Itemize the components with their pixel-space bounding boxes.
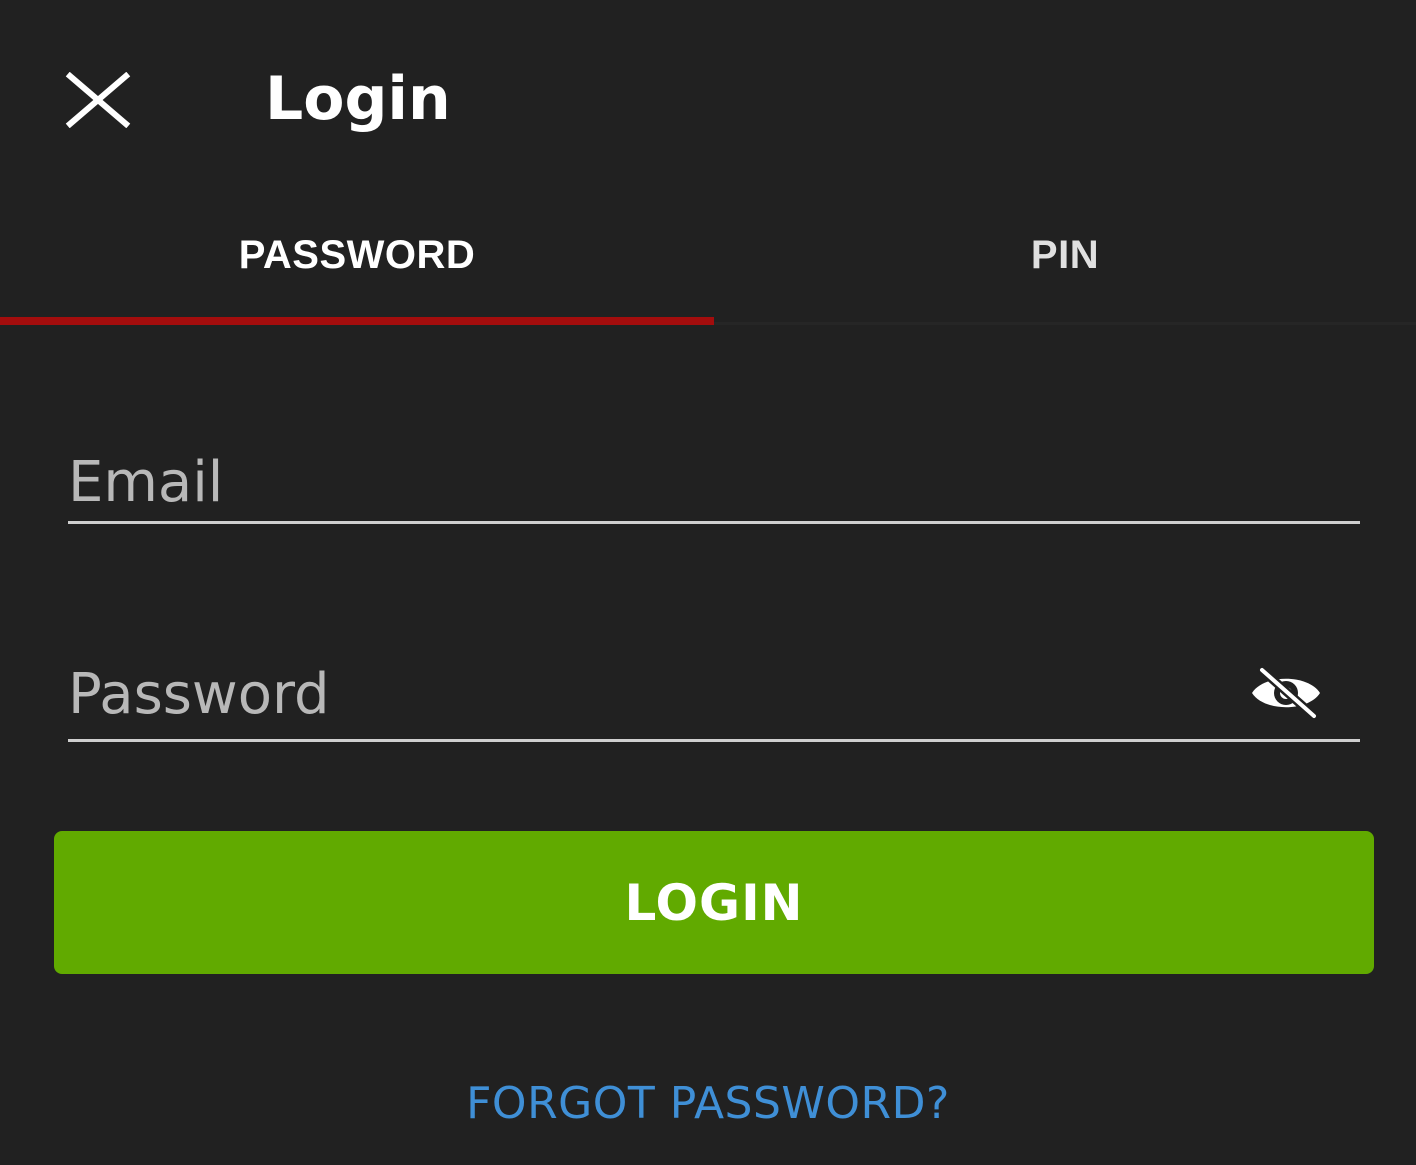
tab-divider [714,322,1416,325]
email-underline [68,521,1360,524]
password-visibility-toggle[interactable] [1250,666,1322,720]
page-title: Login [265,64,451,134]
close-button[interactable] [62,70,134,130]
tab-password-label: PASSWORD [238,233,476,277]
forgot-password-link[interactable]: FORGOT PASSWORD? [0,1078,1416,1129]
tab-password[interactable]: PASSWORD [0,200,714,325]
eye-off-icon [1252,666,1320,720]
login-button[interactable]: LOGIN [54,831,1374,974]
password-underline [68,739,1360,742]
email-field[interactable] [68,440,1360,524]
login-method-tabs: PASSWORD PIN [0,200,1416,325]
password-field[interactable] [68,646,1360,742]
tab-pin[interactable]: PIN [714,200,1416,325]
email-field-container [68,440,1360,524]
close-icon [65,72,131,128]
tab-pin-label: PIN [1030,233,1100,277]
login-screen: Login PASSWORD PIN LOGIN FORGOT PASSWORD… [0,0,1416,1165]
active-tab-indicator [0,317,714,325]
password-field-container [68,646,1360,742]
